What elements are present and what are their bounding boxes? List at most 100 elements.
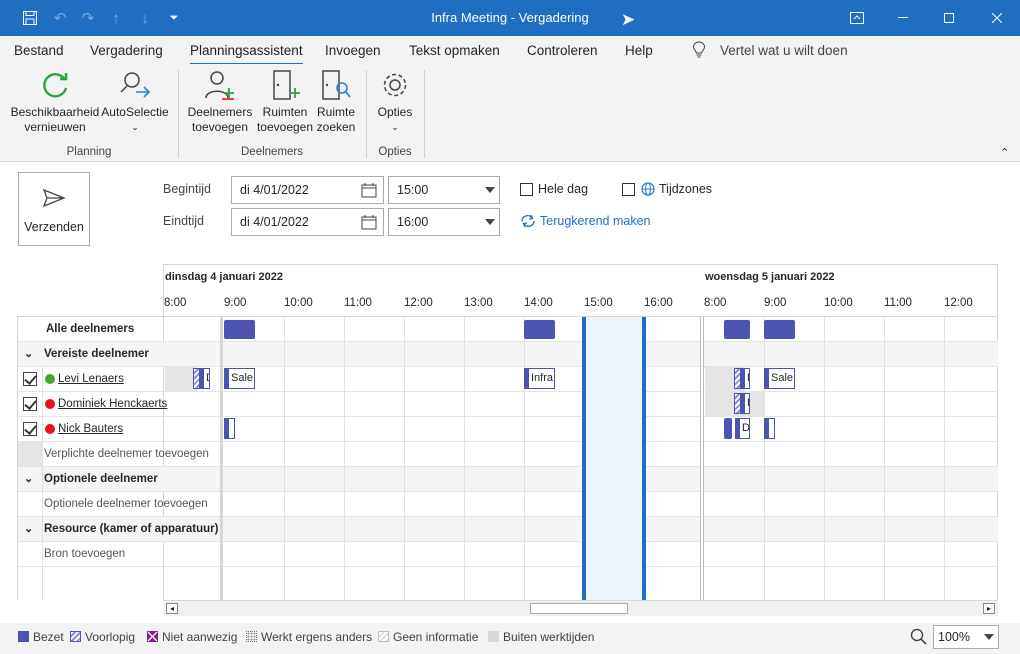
tab-controleren[interactable]: Controleren xyxy=(527,43,598,58)
start-time-label: Begintijd xyxy=(163,182,211,196)
time-zones-checkbox[interactable] xyxy=(622,183,635,196)
title-bar: ↶ ↷ ↑ ↓ ⏷ Infra Meeting - Vergadering ➤ xyxy=(0,0,1020,36)
busy-block xyxy=(764,320,795,339)
chevron-down-icon[interactable]: ⌄ xyxy=(24,472,33,485)
add-optional-row[interactable]: Optionele deelnemer toevoegen xyxy=(18,492,998,517)
zoom-select[interactable]: 100% xyxy=(933,625,999,649)
add-resource-row[interactable]: Bron toevoegen xyxy=(18,542,998,567)
hour-gridline xyxy=(884,317,885,600)
status-bar: Bezet Voorlopig Niet aanwezig Werkt erge… xyxy=(0,623,1020,654)
hour-label: 8:00 xyxy=(164,297,187,309)
appointment-block: D xyxy=(740,393,750,414)
start-time-select[interactable]: 15:00 xyxy=(388,176,500,204)
legend-outside-hours: Buiten werktijden xyxy=(488,630,594,644)
tab-bestand[interactable]: Bestand xyxy=(14,43,64,58)
hour-gridline xyxy=(464,317,465,600)
start-date-input[interactable]: di 4/01/2022 xyxy=(231,176,384,204)
appointment-block xyxy=(224,418,235,439)
maximize-button[interactable] xyxy=(926,0,972,36)
collapse-ribbon-icon[interactable]: ⌃ xyxy=(1000,146,1009,159)
tab-help[interactable]: Help xyxy=(625,43,653,58)
hour-label: 10:00 xyxy=(824,297,853,309)
zoom-icon[interactable] xyxy=(910,628,928,649)
presence-busy-icon xyxy=(45,399,55,409)
hour-label: 16:00 xyxy=(644,297,673,309)
hour-label: 12:00 xyxy=(404,297,433,309)
close-button[interactable] xyxy=(974,0,1020,36)
hour-gridline xyxy=(404,317,405,600)
scroll-right-icon[interactable]: ▸ xyxy=(983,603,995,614)
tab-vergadering[interactable]: Vergadering xyxy=(90,43,163,58)
meeting-time-highlight xyxy=(584,317,644,600)
optional-section-row[interactable]: ⌄ Optionele deelnemer xyxy=(18,467,998,492)
hour-label: 10:00 xyxy=(284,297,313,309)
elsewhere-swatch xyxy=(246,631,257,642)
end-time-label: Eindtijd xyxy=(163,214,204,228)
hour-gridline xyxy=(824,317,825,600)
name-grid-splitter[interactable] xyxy=(220,316,223,600)
hour-gridline xyxy=(764,317,765,600)
calendar-icon[interactable] xyxy=(361,183,377,198)
day-header-2: woensdag 5 januari 2022 xyxy=(705,271,835,283)
hour-label: 9:00 xyxy=(764,297,787,309)
hour-label: 12:00 xyxy=(944,297,973,309)
refresh-icon xyxy=(43,73,68,98)
hour-label: 9:00 xyxy=(224,297,247,309)
options-button[interactable]: Opties ⌄ xyxy=(372,68,418,135)
add-room-icon xyxy=(273,70,300,100)
hour-gridline xyxy=(524,317,525,600)
hour-gridline xyxy=(944,317,945,600)
make-recurring-link[interactable]: Terugkerend maken xyxy=(540,214,650,228)
add-rooms-button[interactable]: Ruimten toevoegen xyxy=(254,68,316,135)
chevron-down-icon[interactable]: ⌄ xyxy=(24,347,33,360)
attendee-row[interactable]: Dominiek Henckaerts xyxy=(18,392,998,417)
legend-out-of-office: Niet aanwezig xyxy=(147,630,237,644)
resource-section-row[interactable]: ⌄ Resource (kamer of apparatuur) xyxy=(18,517,998,542)
refresh-availability-button[interactable]: Beschikbaarheid vernieuwen xyxy=(8,68,102,135)
attendee-checkbox[interactable] xyxy=(23,372,37,386)
add-attendees-button[interactable]: Deelnemers toevoegen xyxy=(186,68,254,135)
find-room-button[interactable]: Ruimte zoeken xyxy=(314,68,358,135)
dropdown-arrow-icon xyxy=(984,634,994,640)
meeting-end-line[interactable] xyxy=(642,317,646,600)
tab-invoegen[interactable]: Invoegen xyxy=(325,43,381,58)
mouse-cursor-icon: ➤ xyxy=(620,10,636,29)
tab-planningsassistent[interactable]: Planningsassistent xyxy=(190,43,303,66)
hour-label: 11:00 xyxy=(344,297,372,309)
hour-label: 15:00 xyxy=(584,297,613,309)
group-options-label: Opties xyxy=(378,146,412,158)
ribbon-separator xyxy=(424,70,425,158)
busy-block xyxy=(524,320,555,339)
attendee-checkbox[interactable] xyxy=(23,397,37,411)
add-required-row[interactable]: Verplichte deelnemer toevoegen xyxy=(18,442,998,467)
find-room-icon xyxy=(322,70,351,100)
tab-tekst-opmaken[interactable]: Tekst opmaken xyxy=(409,43,500,58)
scroll-left-icon[interactable]: ◂ xyxy=(166,603,178,614)
no-info-swatch xyxy=(378,631,389,642)
legend-tentative: Voorlopig xyxy=(70,630,135,644)
end-time-select[interactable]: 16:00 xyxy=(388,208,500,236)
autoselect-button[interactable]: AutoSelectie ⌄ xyxy=(100,68,170,135)
globe-icon xyxy=(641,182,655,199)
end-date-input[interactable]: di 4/01/2022 xyxy=(231,208,384,236)
scroll-thumb[interactable] xyxy=(530,603,628,614)
minimize-button[interactable] xyxy=(880,0,926,36)
chevron-down-icon[interactable]: ⌄ xyxy=(24,522,33,535)
appointment-sale: Sale xyxy=(764,368,795,389)
dropdown-arrow-icon xyxy=(485,187,495,193)
meeting-start-line[interactable] xyxy=(582,317,586,600)
required-section-row[interactable]: ⌄ Vereiste deelnemer xyxy=(18,342,998,367)
day-separator xyxy=(700,317,704,600)
all-day-checkbox[interactable] xyxy=(520,183,533,196)
horizontal-scrollbar[interactable]: ◂ ▸ xyxy=(163,600,998,616)
send-button[interactable]: Verzenden xyxy=(18,172,90,246)
tell-me-search[interactable]: Vertel wat u wilt doen xyxy=(720,43,848,58)
attendee-checkbox[interactable] xyxy=(23,422,37,436)
hour-label: 14:00 xyxy=(524,297,553,309)
ribbon-display-button[interactable] xyxy=(834,0,880,36)
empty-row xyxy=(18,567,998,592)
all-attendees-row: Alle deelnemers xyxy=(18,317,998,342)
ribbon: Beschikbaarheid vernieuwen AutoSelectie … xyxy=(0,64,1020,162)
attendee-row[interactable]: Nick Bauters xyxy=(18,417,998,442)
calendar-icon[interactable] xyxy=(361,215,377,230)
